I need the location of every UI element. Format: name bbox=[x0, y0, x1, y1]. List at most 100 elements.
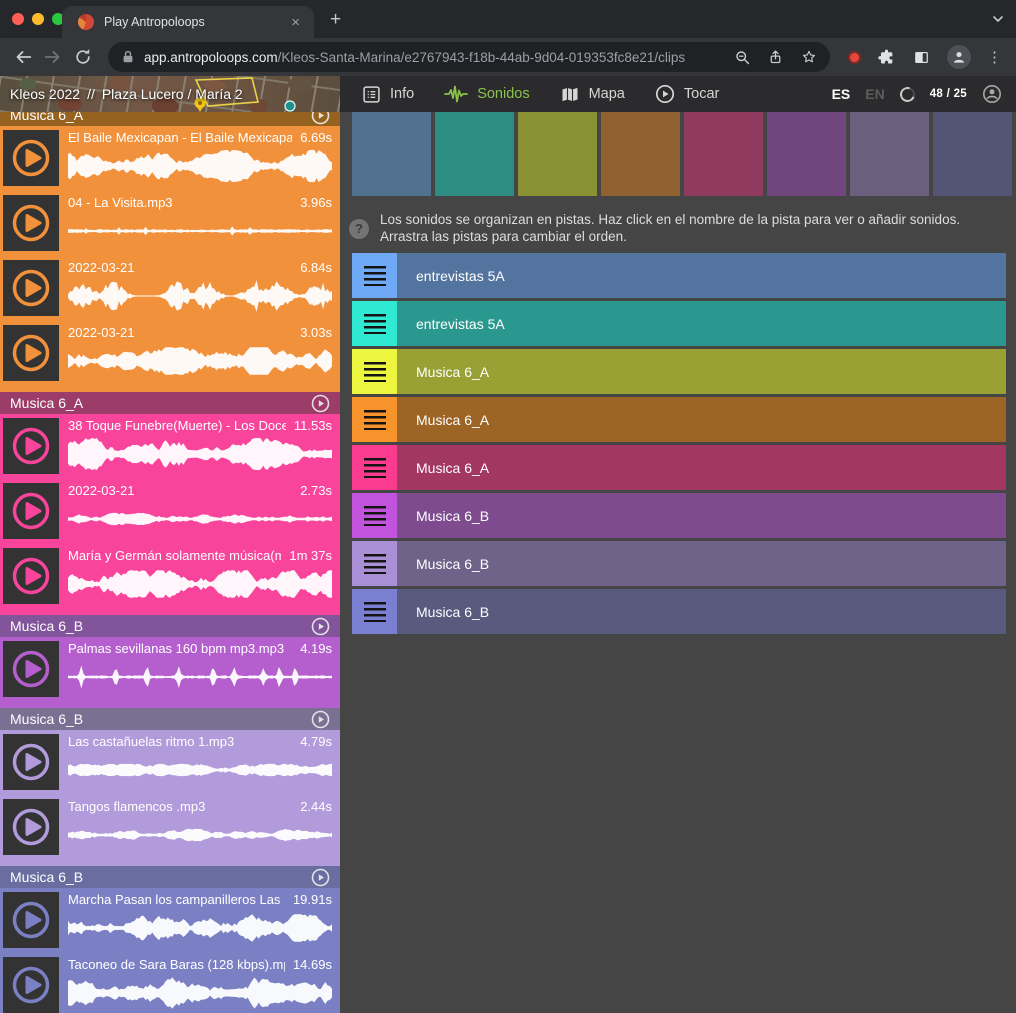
section-name: Musica 6_B bbox=[10, 711, 83, 727]
zoom-icon[interactable] bbox=[734, 49, 751, 66]
section-clips: Palmas sevillanas 160 bpm mp3.mp34.19s bbox=[0, 637, 340, 708]
clip-waveform bbox=[68, 502, 332, 536]
track-drag-handle[interactable] bbox=[352, 397, 397, 442]
forward-icon[interactable] bbox=[38, 42, 68, 72]
play-clip-button[interactable] bbox=[3, 641, 59, 697]
close-window-button[interactable] bbox=[12, 13, 24, 25]
play-clip-button[interactable] bbox=[3, 799, 59, 855]
address-bar[interactable]: app.antropoloops.com/Kleos-Santa-Marina/… bbox=[108, 42, 830, 72]
track-name-bar[interactable]: entrevistas 5A bbox=[397, 253, 1006, 298]
track-name: Musica 6_A bbox=[416, 364, 489, 380]
account-icon[interactable] bbox=[982, 84, 1002, 104]
play-clip-button[interactable] bbox=[3, 325, 59, 381]
play-clip-button[interactable] bbox=[3, 195, 59, 251]
section-play-icon[interactable] bbox=[311, 617, 330, 636]
track-drag-handle[interactable] bbox=[352, 493, 397, 538]
clip-waveform bbox=[68, 911, 332, 945]
breadcrumb-separator: // bbox=[87, 86, 95, 102]
track-drag-handle[interactable] bbox=[352, 253, 397, 298]
audio-clip: Las castañuelas ritmo 1.mp34.79s bbox=[0, 730, 340, 795]
section-play-icon[interactable] bbox=[311, 112, 330, 125]
new-tab-button[interactable]: + bbox=[330, 10, 341, 29]
tab-close-icon[interactable]: × bbox=[287, 13, 304, 32]
track-color-swatch[interactable] bbox=[767, 112, 846, 196]
track-color-swatch[interactable] bbox=[601, 112, 680, 196]
back-icon[interactable] bbox=[8, 42, 38, 72]
track-name-bar[interactable]: Musica 6_B bbox=[397, 589, 1006, 634]
breadcrumb-project[interactable]: Kleos 2022 bbox=[10, 86, 80, 102]
profile-avatar[interactable] bbox=[947, 45, 971, 69]
track-color-swatch[interactable] bbox=[933, 112, 1012, 196]
section-play-icon[interactable] bbox=[311, 394, 330, 413]
tab-tocar[interactable]: Tocar bbox=[655, 84, 719, 104]
breadcrumb-page[interactable]: Plaza Lucero / María 2 bbox=[102, 86, 243, 102]
tab-sonidos[interactable]: Sonidos bbox=[444, 84, 529, 104]
play-clip-button[interactable] bbox=[3, 418, 59, 474]
clip-duration: 3.03s bbox=[300, 325, 332, 341]
tab-mapa[interactable]: Mapa bbox=[560, 85, 625, 104]
map-marker-icon bbox=[285, 101, 295, 111]
track-name: entrevistas 5A bbox=[416, 268, 505, 284]
track-name-bar[interactable]: Musica 6_A bbox=[397, 349, 1006, 394]
lang-es-button[interactable]: ES bbox=[832, 86, 851, 102]
clip-duration: 19.91s bbox=[293, 892, 332, 908]
clip-title: Taconeo de Sara Baras (128 kbps).mp3 bbox=[68, 957, 285, 973]
track-color-swatch[interactable] bbox=[435, 112, 514, 196]
minimize-window-button[interactable] bbox=[32, 13, 44, 25]
drag-handle-icon bbox=[364, 362, 386, 382]
extensions-puzzle-icon[interactable] bbox=[877, 48, 896, 67]
track-section-header[interactable]: Musica 6_B bbox=[0, 866, 340, 888]
track-name-bar[interactable]: entrevistas 5A bbox=[397, 301, 1006, 346]
clip-duration: 3.96s bbox=[300, 195, 332, 211]
section-play-icon[interactable] bbox=[311, 868, 330, 887]
track-color-swatch[interactable] bbox=[352, 112, 431, 196]
record-icon[interactable] bbox=[848, 51, 861, 64]
track-drag-handle[interactable] bbox=[352, 589, 397, 634]
track-drag-handle[interactable] bbox=[352, 349, 397, 394]
bookmark-star-icon[interactable] bbox=[800, 48, 818, 66]
lang-en-button[interactable]: EN bbox=[865, 86, 884, 102]
browser-window: Play Antropoloops × + app.antropoloops.c… bbox=[0, 0, 1016, 1013]
track-drag-handle[interactable] bbox=[352, 541, 397, 586]
track-color-swatch[interactable] bbox=[850, 112, 929, 196]
track-name: Musica 6_A bbox=[416, 460, 489, 476]
clip-duration: 2.44s bbox=[300, 799, 332, 815]
clip-duration: 2.73s bbox=[300, 483, 332, 499]
track-row: Musica 6_A bbox=[352, 349, 1006, 394]
play-clip-button[interactable] bbox=[3, 957, 59, 1013]
track-drag-handle[interactable] bbox=[352, 445, 397, 490]
browser-menu-icon[interactable]: ⋮ bbox=[987, 51, 1002, 64]
play-clip-button[interactable] bbox=[3, 483, 59, 539]
tab-search-chevron-icon[interactable] bbox=[990, 11, 1006, 27]
side-panel-icon[interactable] bbox=[912, 48, 931, 67]
map-thumbnail[interactable]: Kleos 2022 // Plaza Lucero / María 2 bbox=[0, 76, 340, 112]
nav-label: Tocar bbox=[684, 86, 719, 102]
soundwave-icon bbox=[444, 84, 468, 104]
browser-tab[interactable]: Play Antropoloops × bbox=[62, 6, 314, 38]
track-name: entrevistas 5A bbox=[416, 316, 505, 332]
tab-info[interactable]: Info bbox=[362, 85, 414, 104]
share-icon[interactable] bbox=[767, 49, 784, 66]
clip-duration: 11.53s bbox=[294, 418, 332, 434]
track-color-swatch[interactable] bbox=[684, 112, 763, 196]
audio-clip: 38 Toque Funebre(Muerte) - Los Doce Par.… bbox=[0, 414, 340, 479]
track-section-header[interactable]: Musica 6_B bbox=[0, 708, 340, 730]
audio-clip: 2022-03-212.73s bbox=[0, 479, 340, 544]
track-drag-handle[interactable] bbox=[352, 301, 397, 346]
track-name-bar[interactable]: Musica 6_A bbox=[397, 397, 1006, 442]
section-play-icon[interactable] bbox=[311, 710, 330, 729]
track-name-bar[interactable]: Musica 6_B bbox=[397, 493, 1006, 538]
track-section-header[interactable]: Musica 6_A bbox=[0, 112, 340, 126]
play-clip-button[interactable] bbox=[3, 548, 59, 604]
header-right: ES EN 48 / 25 bbox=[832, 84, 1016, 104]
reload-icon[interactable] bbox=[68, 42, 98, 72]
track-section-header[interactable]: Musica 6_B bbox=[0, 615, 340, 637]
track-section-header[interactable]: Musica 6_A bbox=[0, 392, 340, 414]
track-name-bar[interactable]: Musica 6_B bbox=[397, 541, 1006, 586]
play-clip-button[interactable] bbox=[3, 734, 59, 790]
play-clip-button[interactable] bbox=[3, 892, 59, 948]
play-clip-button[interactable] bbox=[3, 260, 59, 316]
play-clip-button[interactable] bbox=[3, 130, 59, 186]
track-name-bar[interactable]: Musica 6_A bbox=[397, 445, 1006, 490]
track-color-swatch[interactable] bbox=[518, 112, 597, 196]
